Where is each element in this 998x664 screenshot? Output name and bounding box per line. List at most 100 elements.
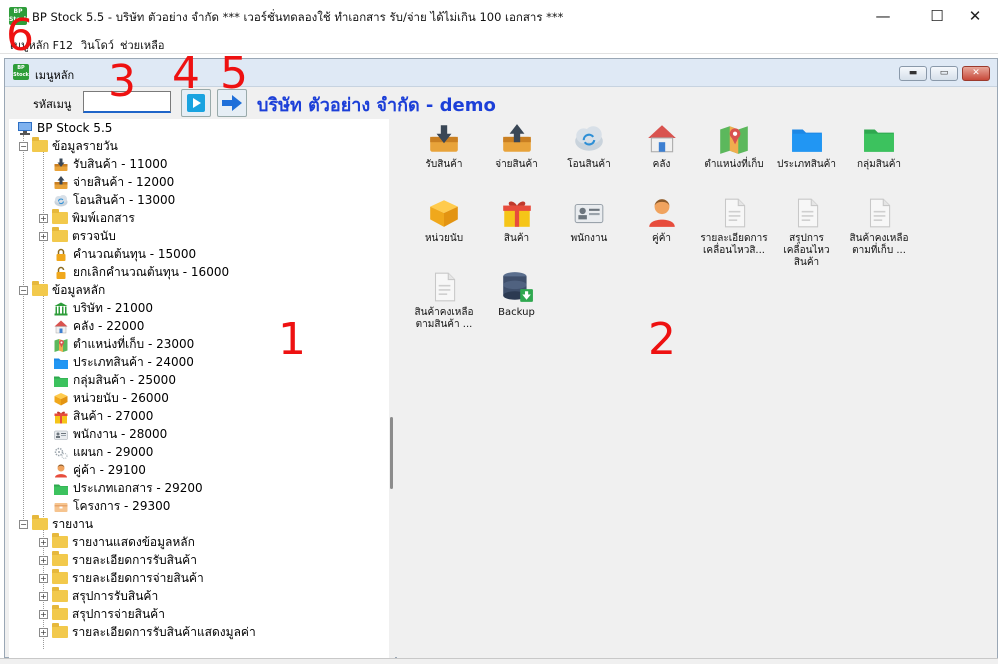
tree-group[interactable]: − รายงาน [19,515,93,533]
folder-icon [52,623,68,638]
shortcut-item[interactable]: สินค้า [482,195,552,263]
collapse-toggle[interactable]: − [19,519,28,529]
annotation-4: 4 [172,48,200,99]
tree-item[interactable]: + รายละเอียดการจ่ายสินค้า [39,569,204,587]
shortcut-item[interactable]: สินค้าคงเหลือตามสินค้า ... [409,269,479,337]
tree-item-label: คำนวณต้นทุน - 15000 [73,246,197,261]
title-bar: BP Stock BP Stock 5.5 - บริษัท ตัวอย่าง … [0,0,998,32]
tree-item[interactable]: ประเภทเอกสาร - 29200 [53,479,203,497]
green-folder-icon [54,484,68,495]
tree-item[interactable]: โอนสินค้า - 13000 [53,191,175,209]
shortcut-label: สินค้าคงเหลือตามที่เก็บ ... [849,233,909,256]
annotation-1: 1 [278,314,306,365]
blue-folder-icon [791,129,822,152]
menu-window[interactable]: วินโดว์ [81,36,114,54]
shortcut-item[interactable]: Backup [482,269,552,337]
tree-item-label: ตรวจนับ [72,228,116,243]
shortcut-item[interactable]: กลุ่มสินค้า [844,121,914,189]
tree-item[interactable]: + รายละเอียดการรับสินค้า [39,551,197,569]
tree-item[interactable]: แผนก - 29000 [53,443,153,461]
shortcut-item[interactable]: รับสินค้า [409,121,479,189]
tree-item[interactable]: ประเภทสินค้า - 24000 [53,353,194,371]
tree-item-label: แผนก - 29000 [73,444,154,459]
expand-toggle[interactable]: + [39,231,48,241]
tree-item[interactable]: + ตรวจนับ [39,227,116,245]
shortcut-label: ตำแหน่งที่เก็บ [704,159,764,170]
tree-root[interactable]: BP Stock 5.5 [17,119,112,137]
child-maximize-button[interactable]: ▭ [930,66,958,81]
collapse-toggle[interactable]: − [19,285,28,295]
tree-group[interactable]: − ข้อมูลรายวัน [19,137,118,155]
tree-item[interactable]: โครงการ - 29300 [53,497,170,515]
shortcut-item[interactable]: โอนสินค้า [554,121,624,189]
minimize-button[interactable]: — [860,0,906,32]
tree-item-label: ตำแหน่งที่เก็บ - 23000 [73,336,195,351]
document-icon [797,198,818,228]
menu-tree: BP Stock 5.5 − ข้อมูลรายวัน รับสินค้า - … [9,119,389,659]
expand-toggle[interactable]: + [39,591,48,601]
shortcut-item[interactable]: คู่ค้า [627,195,697,263]
menu-help[interactable]: ช่วยเหลือ [120,36,164,54]
expand-toggle[interactable]: + [39,627,48,637]
shortcut-item[interactable]: พนักงาน [554,195,624,263]
shortcut-item[interactable]: จ่ายสินค้า [482,121,552,189]
tree-item-label: รายละเอียดการจ่ายสินค้า [72,570,204,585]
folder-icon [52,551,68,566]
tree-item[interactable]: ตำแหน่งที่เก็บ - 23000 [53,335,194,353]
tree-item-label: พนักงาน - 28000 [73,426,168,441]
receive-icon [430,125,458,152]
shortcut-item[interactable]: ตำแหน่งที่เก็บ [699,121,769,189]
tree-item[interactable]: คู่ค้า - 29100 [53,461,146,479]
child-close-button[interactable]: ✕ [962,66,990,81]
child-title: เมนูหลัก [35,69,75,82]
tree-scrollbar[interactable] [389,119,395,659]
shortcut-item[interactable]: คลัง [627,121,697,189]
expand-toggle[interactable]: + [39,555,48,565]
tree-item[interactable]: รับสินค้า - 11000 [53,155,168,173]
tree-item[interactable]: ยกเลิกคำนวณต้นทุน - 16000 [53,263,229,281]
expand-toggle[interactable]: + [39,213,48,223]
expand-toggle[interactable]: + [39,609,48,619]
child-minimize-button[interactable]: ▬ [899,66,927,81]
tree-item[interactable]: คลัง - 22000 [53,317,144,335]
tree-item-label: สรุปการรับสินค้า [72,588,159,603]
collapse-toggle[interactable]: − [19,141,28,151]
unit-box-icon [430,200,458,227]
child-logo: BP Stock [13,64,29,80]
tree-item[interactable]: + รายงานแสดงข้อมูลหลัก [39,533,195,551]
expand-toggle[interactable]: + [39,573,48,583]
tree-item[interactable]: สินค้า - 27000 [53,407,153,425]
shortcut-item[interactable]: สินค้าคงเหลือตามที่เก็บ ... [844,195,914,263]
id-card-icon [574,203,604,224]
tree-item-label: รายงานแสดงข้อมูลหลัก [72,534,195,549]
tree-item[interactable]: จ่ายสินค้า - 12000 [53,173,174,191]
unit-box-icon [54,393,68,406]
shortcut-label: รายละเอียดการเคลื่อนไหวสิ... [700,233,768,256]
tree-item[interactable]: + รายละเอียดการรับสินค้าแสดงมูลค่า [39,623,256,641]
tree-group[interactable]: − ข้อมูลหลัก [19,281,105,299]
shortcut-item[interactable]: รายละเอียดการเคลื่อนไหวสิ... [699,195,769,263]
tree-item[interactable]: บริษัท - 21000 [53,299,153,317]
tree-item[interactable]: กลุ่มสินค้า - 25000 [53,371,176,389]
close-button[interactable]: ✕ [952,0,998,32]
warehouse-icon [54,320,68,334]
tree-item[interactable]: + พิมพ์เอกสาร [39,209,135,227]
shortcut-label: Backup [498,307,535,318]
shortcut-item[interactable]: หน่วยนับ [409,195,479,263]
shortcut-label: คลัง [652,159,671,170]
shortcut-item[interactable]: ประเภทสินค้า [772,121,842,189]
tree-item-label: ประเภทเอกสาร - 29200 [73,480,203,495]
tree-group-label: ข้อมูลรายวัน [52,138,118,153]
shortcut-label: สินค้าคงเหลือตามสินค้า ... [414,307,474,330]
shortcut-item[interactable]: สรุปการเคลื่อนไหวสินค้า [772,195,842,268]
tree-item-label: หน่วยนับ - 26000 [73,390,169,405]
tree-group-label: ข้อมูลหลัก [52,282,106,297]
receive-icon [54,158,68,171]
tree-item[interactable]: พนักงาน - 28000 [53,425,167,443]
tree-item[interactable]: หน่วยนับ - 26000 [53,389,169,407]
tree-item[interactable]: + สรุปการรับสินค้า [39,587,158,605]
tree-item[interactable]: + สรุปการจ่ายสินค้า [39,605,165,623]
tree-scrollbar-thumb[interactable] [390,417,393,489]
expand-toggle[interactable]: + [39,537,48,547]
tree-item[interactable]: คำนวณต้นทุน - 15000 [53,245,196,263]
